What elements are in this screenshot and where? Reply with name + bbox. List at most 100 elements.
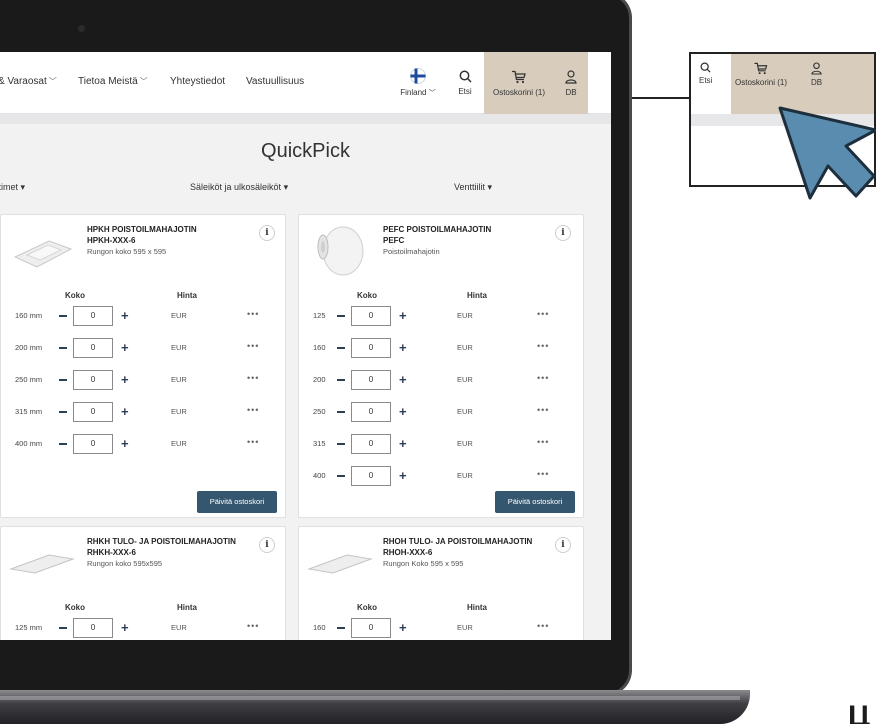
quantity-input[interactable]: 0 [73, 402, 113, 422]
increment-button[interactable]: + [121, 338, 129, 358]
price-loading-dots: ••• [247, 309, 260, 319]
increment-button[interactable]: + [399, 618, 407, 638]
price-currency: EUR [457, 439, 473, 448]
user-icon [565, 69, 577, 84]
product-code: HPKH-XXX-6 [87, 236, 136, 245]
size-row: 315 mm 0 + EUR ••• [15, 402, 275, 422]
price-loading-dots: ••• [247, 405, 260, 415]
size-row: 160 mm 0 + EUR ••• [15, 306, 275, 326]
increment-button[interactable]: + [399, 466, 407, 486]
finland-flag-icon [410, 68, 426, 84]
quantity-input[interactable]: 0 [351, 618, 391, 638]
nav-link-vastuullisuus[interactable]: Vastuullisuus [246, 76, 304, 87]
increment-button[interactable]: + [121, 306, 129, 326]
decrement-button[interactable] [59, 379, 67, 381]
price-currency: EUR [457, 471, 473, 480]
nav-link-tietoa-meista[interactable]: Tietoa Meistä ﹀ [78, 76, 148, 87]
quantity-input[interactable]: 0 [351, 402, 391, 422]
column-header-price: Hinta [467, 603, 487, 612]
page-title: QuickPick [261, 140, 350, 162]
size-row: 160 0 + EUR ••• [313, 618, 573, 638]
price-currency: EUR [171, 311, 187, 320]
size-label: 400 mm [15, 439, 43, 448]
column-header-size: Koko [357, 603, 377, 612]
decrement-button[interactable] [59, 411, 67, 413]
quantity-input[interactable]: 0 [351, 466, 391, 486]
quantity-input[interactable]: 0 [351, 306, 391, 326]
increment-button[interactable]: + [399, 370, 407, 390]
column-header-price: Hinta [467, 291, 487, 300]
price-currency: EUR [171, 407, 187, 416]
price-loading-dots: ••• [247, 437, 260, 447]
product-title: HPKH POISTOILMAHAJOTIN [87, 225, 197, 234]
product-subtitle: Rungon koko 595x595 [87, 559, 163, 568]
filter-ttimet[interactable]: ttimet ▾ [0, 182, 25, 193]
decrement-button[interactable] [337, 347, 345, 349]
size-label: 200 mm [15, 343, 43, 352]
price-currency: EUR [171, 623, 187, 632]
info-icon[interactable]: i [555, 537, 571, 553]
callout-connector-line [632, 97, 689, 99]
pointer-arrow-icon [778, 106, 876, 200]
increment-button[interactable]: + [399, 402, 407, 422]
size-label: 200 [313, 375, 326, 384]
size-row: 125 0 + EUR ••• [313, 306, 573, 326]
quantity-input[interactable]: 0 [73, 618, 113, 638]
increment-button[interactable]: + [121, 434, 129, 454]
decrement-button[interactable] [59, 315, 67, 317]
price-currency: EUR [457, 407, 473, 416]
info-icon[interactable]: i [259, 537, 275, 553]
nav-divider-band [0, 114, 611, 124]
nav-link-varaosat[interactable]: & Varaosat ﹀ [0, 76, 57, 87]
quantity-input[interactable]: 0 [73, 434, 113, 454]
product-image [307, 554, 373, 574]
increment-button[interactable]: + [399, 306, 407, 326]
update-cart-button[interactable]: Päivitä ostoskori [495, 491, 575, 513]
decrement-button[interactable] [59, 347, 67, 349]
size-label: 400 [313, 471, 326, 480]
product-card: PEFC POISTOILMAHAJOTIN PEFC Poistoilmaha… [298, 214, 584, 518]
decrement-button[interactable] [337, 315, 345, 317]
size-label: 250 [313, 407, 326, 416]
increment-button[interactable]: + [399, 434, 407, 454]
quantity-input[interactable]: 0 [73, 338, 113, 358]
search-icon [459, 70, 472, 83]
top-nav: & Varaosat ﹀ Tietoa Meistä ﹀ Yhteystiedot … [0, 52, 611, 114]
decrement-button[interactable] [337, 475, 345, 477]
quantity-input[interactable]: 0 [351, 338, 391, 358]
callout-search: Etsi [699, 62, 712, 85]
brand-logo-fragment: Ц [848, 700, 870, 724]
increment-button[interactable]: + [121, 402, 129, 422]
filter-venttiilit[interactable]: Venttiilit ▾ [454, 182, 492, 193]
product-card: RHOH TULO- JA POISTOILMAHAJOTIN RHOH-XXX… [298, 526, 584, 640]
size-row: 200 mm 0 + EUR ••• [15, 338, 275, 358]
column-header-size: Koko [357, 291, 377, 300]
info-icon[interactable]: i [555, 225, 571, 241]
nav-link-yhteystiedot[interactable]: Yhteystiedot [170, 76, 225, 87]
region-selector[interactable]: Finland ﹀ [393, 52, 443, 114]
increment-button[interactable]: + [121, 370, 129, 390]
price-currency: EUR [457, 623, 473, 632]
user-menu[interactable]: DB [554, 52, 588, 114]
product-title: PEFC POISTOILMAHAJOTIN [383, 225, 492, 234]
filter-saleikot[interactable]: Säleiköt ja ulkosäleiköt ▾ [190, 182, 288, 193]
cart-button[interactable]: Ostoskorini (1) [484, 52, 554, 114]
decrement-button[interactable] [59, 627, 67, 629]
column-header-size: Koko [65, 291, 85, 300]
decrement-button[interactable] [337, 443, 345, 445]
size-row: 400 0 + EUR ••• [313, 466, 573, 486]
increment-button[interactable]: + [121, 618, 129, 638]
search-button[interactable]: Etsi [451, 52, 479, 114]
quantity-input[interactable]: 0 [73, 306, 113, 326]
quantity-input[interactable]: 0 [351, 434, 391, 454]
quantity-input[interactable]: 0 [73, 370, 113, 390]
laptop-base-highlight [0, 696, 740, 700]
decrement-button[interactable] [337, 627, 345, 629]
decrement-button[interactable] [337, 379, 345, 381]
update-cart-button[interactable]: Päivitä ostoskori [197, 491, 277, 513]
quantity-input[interactable]: 0 [351, 370, 391, 390]
increment-button[interactable]: + [399, 338, 407, 358]
info-icon[interactable]: i [259, 225, 275, 241]
decrement-button[interactable] [59, 443, 67, 445]
decrement-button[interactable] [337, 411, 345, 413]
